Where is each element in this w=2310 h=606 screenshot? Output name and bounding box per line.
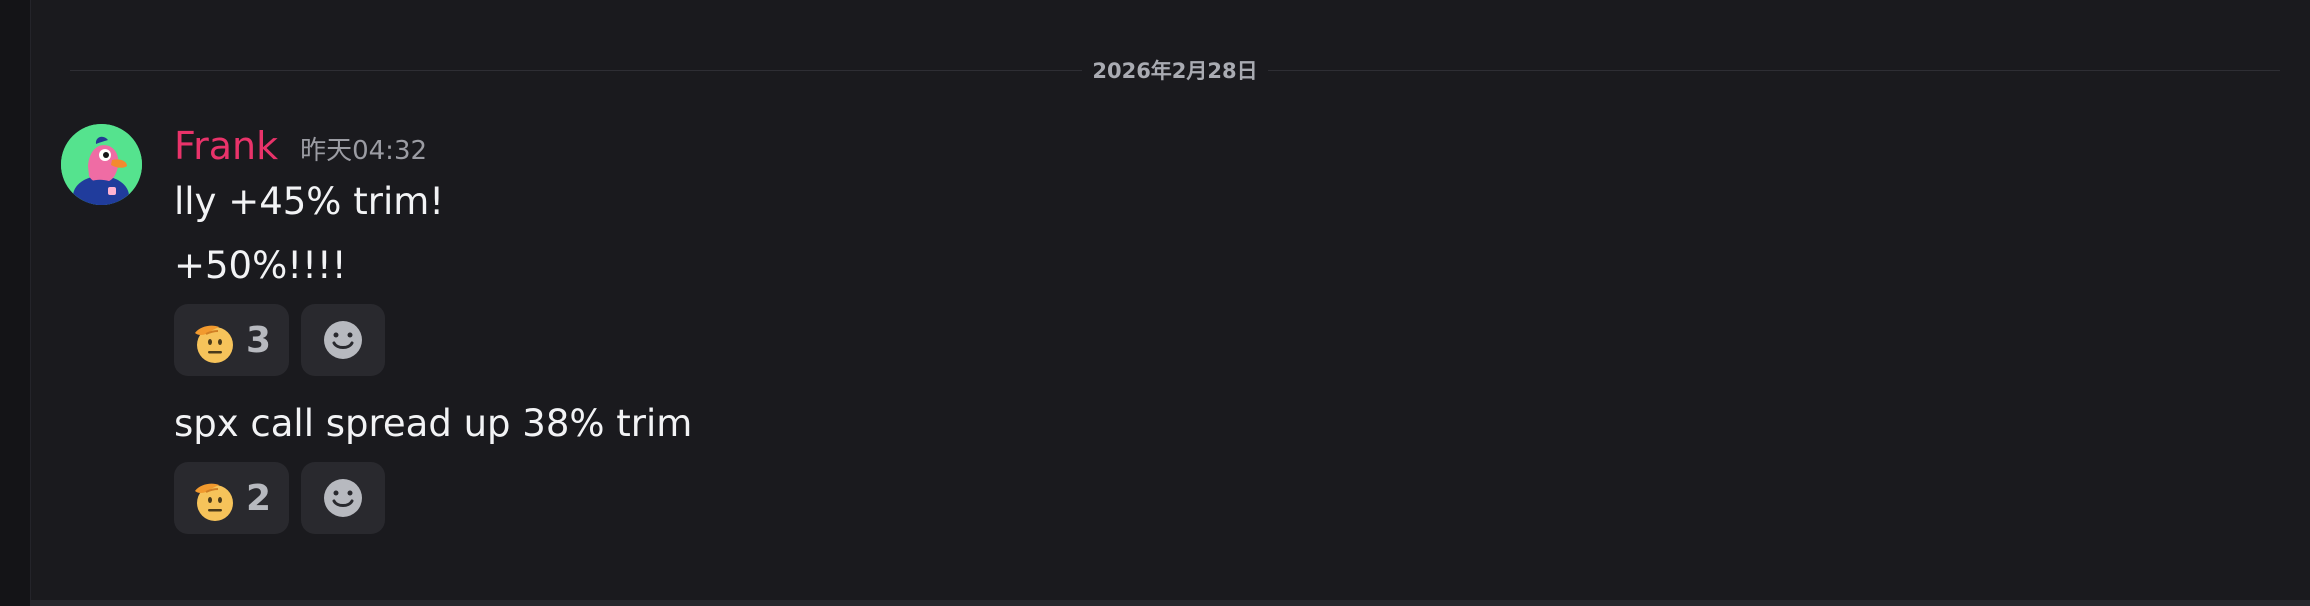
- divider-line-right: [1267, 69, 2281, 71]
- saluting-face-icon: [195, 325, 233, 363]
- bottom-edge: [30, 600, 2310, 606]
- add-reaction-button[interactable]: [301, 304, 386, 376]
- reaction-bar-1: 3: [174, 304, 2174, 376]
- sidebar-edge: [0, 0, 31, 606]
- message-line-3: spx call spread up 38% trim: [174, 402, 693, 445]
- reaction-count: 2: [246, 477, 272, 519]
- reaction-saluting-face-button[interactable]: 2: [174, 462, 290, 534]
- add-reaction-button[interactable]: [301, 462, 386, 534]
- divider-line-left: [70, 69, 1083, 71]
- reaction-count: 3: [246, 319, 272, 361]
- message-content: Frank 昨天04:32 lly +45% trim! +50%!!!! 3: [174, 124, 2174, 534]
- message-timestamp[interactable]: 昨天04:32: [300, 130, 427, 167]
- reaction-bar-2: 2: [174, 462, 2174, 534]
- avatar[interactable]: [61, 124, 142, 205]
- add-reaction-smiley-icon: [324, 321, 363, 359]
- message-header: Frank 昨天04:32: [174, 124, 2174, 178]
- saluting-face-icon: [195, 483, 233, 521]
- bird-avatar-icon: [61, 124, 142, 205]
- add-reaction-smiley-icon: [324, 479, 363, 517]
- message-line-1: lly +45% trim!: [174, 180, 445, 223]
- author-name[interactable]: Frank: [174, 124, 278, 168]
- date-divider-label: 2026年2月28日: [1092, 59, 1258, 83]
- chat-page: 2026年2月28日 Frank 昨天04:32 lly +45% trim!: [0, 0, 2310, 606]
- reaction-saluting-face-button[interactable]: 3: [174, 304, 290, 376]
- message-line-2: +50%!!!!: [174, 244, 347, 287]
- date-divider: 2026年2月28日: [70, 59, 2281, 83]
